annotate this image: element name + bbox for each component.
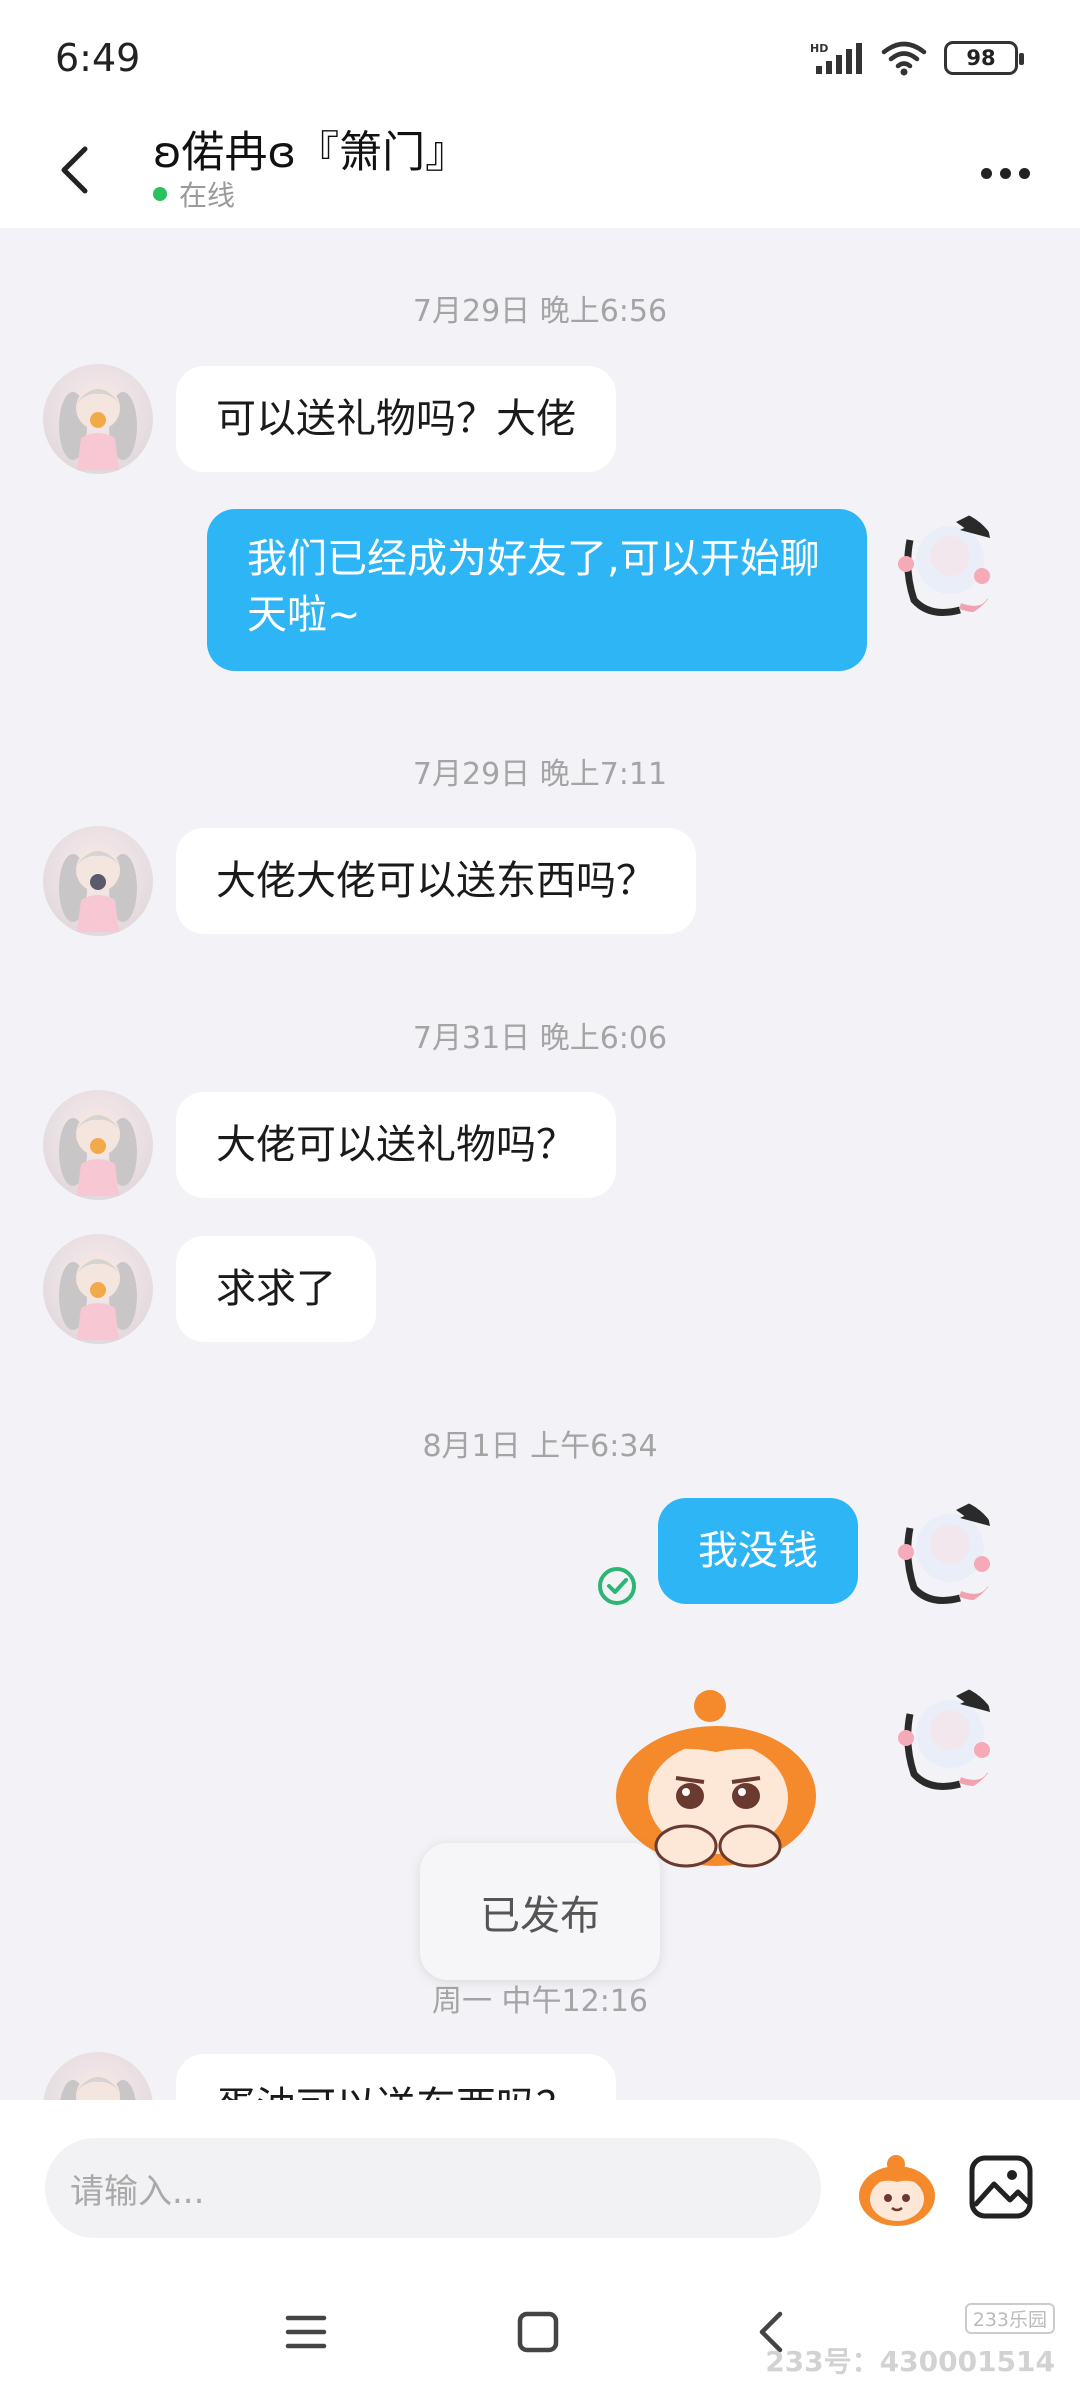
contact-avatar[interactable] xyxy=(43,1234,153,1344)
hd-badge: HD xyxy=(810,42,828,55)
incoming-message[interactable]: 大佬大佬可以送东西吗？ xyxy=(176,828,696,934)
sent-check-icon xyxy=(598,1567,636,1605)
contact-avatar-image xyxy=(59,848,137,932)
online-dot xyxy=(153,187,167,201)
timestamp: 7月29日 晚上7:11 xyxy=(412,757,668,792)
back-arrow-icon xyxy=(61,146,88,194)
system-nav-bar: 233乐园 233号：430001514 xyxy=(0,2250,1080,2400)
timestamp: 7月29日 晚上6:56 xyxy=(412,294,668,329)
battery-level: 98 xyxy=(966,46,996,70)
input-bar: 请输入... xyxy=(0,2100,1080,2250)
status-icons: HD 98 xyxy=(810,40,1024,76)
watermark: 233乐园 233号：430001514 xyxy=(765,2303,1055,2380)
signal-icon: HD xyxy=(810,42,862,74)
contact-avatar[interactable] xyxy=(43,2052,153,2100)
contact-avatar[interactable] xyxy=(43,826,153,936)
home-icon[interactable] xyxy=(508,2302,568,2362)
my-avatar[interactable] xyxy=(890,1684,1000,1794)
my-avatar[interactable] xyxy=(890,510,1000,620)
contact-avatar-image xyxy=(59,1256,137,1340)
incoming-message[interactable]: 求求了 xyxy=(176,1236,376,1342)
timestamp: 周一 中午12:16 xyxy=(432,1984,648,2019)
outgoing-message[interactable]: 我没钱 xyxy=(658,1498,858,1604)
status-bar: 6:49 HD 98 xyxy=(0,0,1080,112)
online-status: 在线 xyxy=(153,174,235,214)
message-input[interactable]: 请输入... xyxy=(45,2138,821,2238)
my-avatar-image xyxy=(898,1502,993,1604)
more-dot xyxy=(1018,167,1030,179)
chat-title: ʚ偌冉ɞ『箫门』 xyxy=(153,128,469,178)
chat-messages[interactable]: 7月29日 晚上6:56 可以送礼物吗？大佬 我们已经成为好友了,可以开始聊天啦… xyxy=(0,228,1080,2100)
contact-avatar[interactable] xyxy=(43,364,153,474)
image-icon[interactable] xyxy=(968,2154,1034,2220)
contact-avatar-image xyxy=(60,2074,136,2100)
emoji-sticker-icon[interactable] xyxy=(852,2144,942,2234)
wifi-icon xyxy=(881,41,927,76)
chat-header: ʚ偌冉ɞ『箫门』 在线 xyxy=(0,112,1080,228)
battery-icon: 98 xyxy=(944,41,1024,75)
more-options-button[interactable] xyxy=(970,148,1040,198)
my-avatar[interactable] xyxy=(890,1498,1000,1608)
menu-icon[interactable] xyxy=(276,2302,336,2362)
watermark-logo: 233乐园 xyxy=(964,2303,1055,2334)
outgoing-message[interactable]: 我们已经成为好友了,可以开始聊天啦~ xyxy=(207,509,867,671)
incoming-message[interactable]: 可以送礼物吗？大佬 xyxy=(176,366,616,472)
incoming-message[interactable]: 大佬可以送礼物吗？ xyxy=(176,1092,616,1198)
contact-avatar-image xyxy=(59,386,137,470)
toast-notification: 已发布 xyxy=(420,1843,660,1980)
contact-avatar-image xyxy=(59,1112,137,1196)
back-button[interactable] xyxy=(44,130,104,210)
timestamp: 7月31日 晚上6:06 xyxy=(412,1021,668,1056)
my-avatar-image xyxy=(898,514,993,616)
more-dot xyxy=(999,167,1011,179)
contact-avatar[interactable] xyxy=(43,1090,153,1200)
my-avatar-image xyxy=(898,1688,993,1790)
online-status-text: 在线 xyxy=(179,179,236,212)
timestamp: 8月1日 上午6:34 xyxy=(422,1429,658,1464)
more-dots-icon xyxy=(980,167,992,179)
watermark-id: 233号：430001514 xyxy=(765,2345,1055,2378)
status-time: 6:49 xyxy=(55,36,141,80)
incoming-message[interactable]: 蛋油可以送东西吗？ xyxy=(176,2054,616,2100)
